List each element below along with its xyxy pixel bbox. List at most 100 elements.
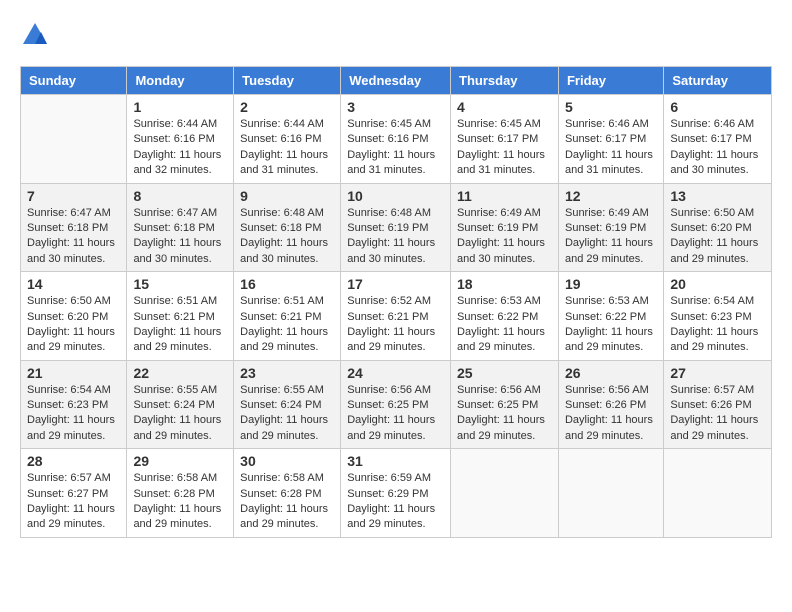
day-info: Sunrise: 6:55 AM Sunset: 6:24 PM Dayligh… <box>240 383 334 445</box>
day-info: Sunrise: 6:44 AM Sunset: 6:16 PM Dayligh… <box>133 117 227 179</box>
day-number: 2 <box>240 99 334 115</box>
day-number: 25 <box>457 365 552 381</box>
day-info: Sunrise: 6:59 AM Sunset: 6:29 PM Dayligh… <box>347 471 444 533</box>
calendar-week-row: 14Sunrise: 6:50 AM Sunset: 6:20 PM Dayli… <box>21 272 772 361</box>
day-info: Sunrise: 6:48 AM Sunset: 6:19 PM Dayligh… <box>347 206 444 268</box>
day-info: Sunrise: 6:49 AM Sunset: 6:19 PM Dayligh… <box>565 206 657 268</box>
day-number: 8 <box>133 188 227 204</box>
calendar-day: 5Sunrise: 6:46 AM Sunset: 6:17 PM Daylig… <box>558 95 663 184</box>
calendar-day: 9Sunrise: 6:48 AM Sunset: 6:18 PM Daylig… <box>234 183 341 272</box>
day-info: Sunrise: 6:49 AM Sunset: 6:19 PM Dayligh… <box>457 206 552 268</box>
col-header-tuesday: Tuesday <box>234 67 341 95</box>
calendar-day: 17 Sunrise: 6:52 AM Sunset: 6:21 PM Dayli… <box>341 272 451 361</box>
day-info: Sunrise: 6:57 AM Sunset: 6:26 PM Dayligh… <box>670 383 765 445</box>
day-number: 19 <box>565 276 657 292</box>
day-number: 17 <box>347 276 444 292</box>
calendar-day: 23 Sunrise: 6:55 AM Sunset: 6:24 PM Dayli… <box>234 360 341 449</box>
calendar-day: 25 Sunrise: 6:56 AM Sunset: 6:25 PM Dayli… <box>451 360 559 449</box>
day-info: Sunrise: 6:44 AM Sunset: 6:16 PM Dayligh… <box>240 117 334 179</box>
calendar-day: 30 Sunrise: 6:58 AM Sunset: 6:28 PM Dayli… <box>234 449 341 538</box>
day-info: Sunrise: 6:58 AM Sunset: 6:28 PM Dayligh… <box>133 471 227 533</box>
day-info: Sunrise: 6:55 AM Sunset: 6:24 PM Dayligh… <box>133 383 227 445</box>
calendar-day: 15 Sunrise: 6:51 AM Sunset: 6:21 PM Dayli… <box>127 272 234 361</box>
calendar-day: 24 Sunrise: 6:56 AM Sunset: 6:25 PM Dayli… <box>341 360 451 449</box>
calendar-day: 11 Sunrise: 6:49 AM Sunset: 6:19 PM Dayli… <box>451 183 559 272</box>
calendar-day: 13Sunrise: 6:50 AM Sunset: 6:20 PM Dayli… <box>664 183 772 272</box>
day-info: Sunrise: 6:46 AM Sunset: 6:17 PM Dayligh… <box>670 117 765 179</box>
day-number: 15 <box>133 276 227 292</box>
calendar-day: 18 Sunrise: 6:53 AM Sunset: 6:22 PM Dayli… <box>451 272 559 361</box>
calendar-day: 20Sunrise: 6:54 AM Sunset: 6:23 PM Dayli… <box>664 272 772 361</box>
day-number: 26 <box>565 365 657 381</box>
day-number: 9 <box>240 188 334 204</box>
calendar-day: 2 Sunrise: 6:44 AM Sunset: 6:16 PM Daylig… <box>234 95 341 184</box>
day-number: 28 <box>27 453 120 469</box>
col-header-friday: Friday <box>558 67 663 95</box>
calendar-day <box>664 449 772 538</box>
calendar-day: 22 Sunrise: 6:55 AM Sunset: 6:24 PM Dayli… <box>127 360 234 449</box>
calendar-day: 3 Sunrise: 6:45 AM Sunset: 6:16 PM Daylig… <box>341 95 451 184</box>
calendar-day: 27 Sunrise: 6:57 AM Sunset: 6:26 PM Dayli… <box>664 360 772 449</box>
calendar-day: 4 Sunrise: 6:45 AM Sunset: 6:17 PM Daylig… <box>451 95 559 184</box>
calendar-day: 26 Sunrise: 6:56 AM Sunset: 6:26 PM Dayli… <box>558 360 663 449</box>
calendar-day: 1Sunrise: 6:44 AM Sunset: 6:16 PM Daylig… <box>127 95 234 184</box>
col-header-thursday: Thursday <box>451 67 559 95</box>
day-info: Sunrise: 6:51 AM Sunset: 6:21 PM Dayligh… <box>133 294 227 356</box>
col-header-wednesday: Wednesday <box>341 67 451 95</box>
day-number: 30 <box>240 453 334 469</box>
calendar-day: 10 Sunrise: 6:48 AM Sunset: 6:19 PM Dayli… <box>341 183 451 272</box>
calendar-day: 8 Sunrise: 6:47 AM Sunset: 6:18 PM Daylig… <box>127 183 234 272</box>
day-info: Sunrise: 6:56 AM Sunset: 6:25 PM Dayligh… <box>457 383 552 445</box>
calendar-day: 7 Sunrise: 6:47 AM Sunset: 6:18 PM Daylig… <box>21 183 127 272</box>
logo <box>20 20 54 50</box>
day-info: Sunrise: 6:54 AM Sunset: 6:23 PM Dayligh… <box>27 383 120 445</box>
day-info: Sunrise: 6:53 AM Sunset: 6:22 PM Dayligh… <box>457 294 552 356</box>
day-info: Sunrise: 6:56 AM Sunset: 6:26 PM Dayligh… <box>565 383 657 445</box>
day-info: Sunrise: 6:50 AM Sunset: 6:20 PM Dayligh… <box>27 294 120 356</box>
calendar-day <box>451 449 559 538</box>
day-number: 22 <box>133 365 227 381</box>
calendar-week-row: 7 Sunrise: 6:47 AM Sunset: 6:18 PM Daylig… <box>21 183 772 272</box>
day-number: 24 <box>347 365 444 381</box>
calendar-day: 28 Sunrise: 6:57 AM Sunset: 6:27 PM Dayli… <box>21 449 127 538</box>
day-info: Sunrise: 6:56 AM Sunset: 6:25 PM Dayligh… <box>347 383 444 445</box>
day-number: 4 <box>457 99 552 115</box>
day-number: 31 <box>347 453 444 469</box>
day-number: 21 <box>27 365 120 381</box>
day-info: Sunrise: 6:58 AM Sunset: 6:28 PM Dayligh… <box>240 471 334 533</box>
day-number: 11 <box>457 188 552 204</box>
day-number: 23 <box>240 365 334 381</box>
calendar-day: 14Sunrise: 6:50 AM Sunset: 6:20 PM Dayli… <box>21 272 127 361</box>
calendar-day: 16Sunrise: 6:51 AM Sunset: 6:21 PM Dayli… <box>234 272 341 361</box>
calendar-week-row: 1Sunrise: 6:44 AM Sunset: 6:16 PM Daylig… <box>21 95 772 184</box>
day-number: 29 <box>133 453 227 469</box>
day-info: Sunrise: 6:47 AM Sunset: 6:18 PM Dayligh… <box>27 206 120 268</box>
day-number: 27 <box>670 365 765 381</box>
calendar-week-row: 21 Sunrise: 6:54 AM Sunset: 6:23 PM Dayli… <box>21 360 772 449</box>
calendar-header-row: SundayMondayTuesdayWednesdayThursdayFrid… <box>21 67 772 95</box>
day-info: Sunrise: 6:45 AM Sunset: 6:16 PM Dayligh… <box>347 117 444 179</box>
day-info: Sunrise: 6:46 AM Sunset: 6:17 PM Dayligh… <box>565 117 657 179</box>
calendar-day: 12Sunrise: 6:49 AM Sunset: 6:19 PM Dayli… <box>558 183 663 272</box>
day-number: 6 <box>670 99 765 115</box>
calendar-day: 19 Sunrise: 6:53 AM Sunset: 6:22 PM Dayli… <box>558 272 663 361</box>
calendar-day: 21 Sunrise: 6:54 AM Sunset: 6:23 PM Dayli… <box>21 360 127 449</box>
day-number: 13 <box>670 188 765 204</box>
day-info: Sunrise: 6:47 AM Sunset: 6:18 PM Dayligh… <box>133 206 227 268</box>
day-info: Sunrise: 6:52 AM Sunset: 6:21 PM Dayligh… <box>347 294 444 356</box>
day-number: 10 <box>347 188 444 204</box>
calendar-day: 31 Sunrise: 6:59 AM Sunset: 6:29 PM Dayli… <box>341 449 451 538</box>
calendar-day <box>558 449 663 538</box>
day-number: 18 <box>457 276 552 292</box>
day-info: Sunrise: 6:53 AM Sunset: 6:22 PM Dayligh… <box>565 294 657 356</box>
day-info: Sunrise: 6:57 AM Sunset: 6:27 PM Dayligh… <box>27 471 120 533</box>
page-header <box>20 20 772 50</box>
day-info: Sunrise: 6:54 AM Sunset: 6:23 PM Dayligh… <box>670 294 765 356</box>
day-number: 7 <box>27 188 120 204</box>
col-header-monday: Monday <box>127 67 234 95</box>
day-info: Sunrise: 6:45 AM Sunset: 6:17 PM Dayligh… <box>457 117 552 179</box>
calendar-day <box>21 95 127 184</box>
day-number: 3 <box>347 99 444 115</box>
logo-icon <box>20 20 50 50</box>
calendar-day: 29 Sunrise: 6:58 AM Sunset: 6:28 PM Dayli… <box>127 449 234 538</box>
